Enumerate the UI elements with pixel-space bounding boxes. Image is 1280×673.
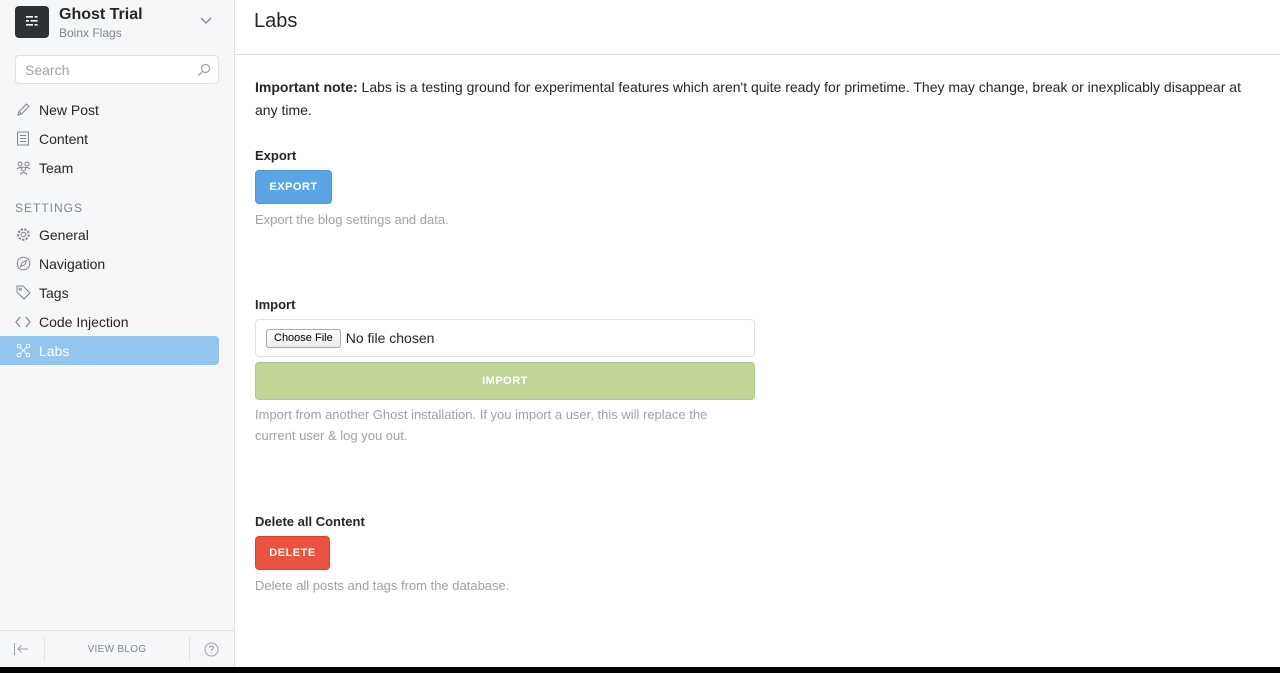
export-title: Export bbox=[255, 148, 297, 163]
file-status: No file chosen bbox=[345, 330, 435, 346]
sidebar-item-team[interactable]: Team bbox=[0, 153, 219, 182]
tag-icon bbox=[15, 285, 31, 301]
help-icon[interactable] bbox=[204, 642, 219, 657]
blog-title: Ghost Trial bbox=[59, 6, 143, 23]
sidebar-item-tags[interactable]: Tags bbox=[0, 278, 219, 307]
sidebar-item-new-post[interactable]: New Post bbox=[0, 95, 219, 124]
import-title: Import bbox=[255, 297, 296, 312]
sidebar-item-label: Team bbox=[39, 159, 74, 176]
important-note: Important note: Labs is a testing ground… bbox=[255, 76, 1245, 122]
team-icon bbox=[15, 160, 31, 176]
page-title: Labs bbox=[254, 10, 298, 32]
note-text: Labs is a testing ground for experimenta… bbox=[255, 79, 1241, 118]
content-icon bbox=[15, 131, 31, 147]
blog-menu[interactable]: Ghost Trial Boinx Flags bbox=[15, 6, 220, 42]
note-label: Important note: bbox=[255, 79, 358, 95]
import-help-line: current user & log you out. bbox=[255, 428, 408, 443]
sidebar-item-label: General bbox=[39, 226, 89, 243]
gear-icon bbox=[15, 227, 31, 243]
delete-help: Delete all posts and tags from the datab… bbox=[255, 578, 510, 593]
pencil-icon bbox=[15, 102, 31, 118]
sidebar-item-label: New Post bbox=[39, 101, 99, 118]
import-help: Import from another Ghost installation. … bbox=[255, 404, 707, 446]
compass-icon bbox=[15, 256, 31, 272]
view-blog-link[interactable]: VIEW BLOG bbox=[45, 644, 189, 655]
chevron-down-icon[interactable] bbox=[200, 17, 212, 25]
sidebar-item-label: Tags bbox=[39, 284, 69, 301]
footer-divider bbox=[189, 637, 190, 662]
delete-button[interactable]: DELETE bbox=[255, 536, 330, 570]
sidebar-item-content[interactable]: Content bbox=[0, 124, 219, 153]
sidebar-item-navigation[interactable]: Navigation bbox=[0, 249, 219, 278]
export-button[interactable]: EXPORT bbox=[255, 170, 332, 204]
blog-logo-icon bbox=[26, 16, 38, 26]
main-content: Labs Important note: Labs is a testing g… bbox=[235, 0, 1280, 667]
settings-heading: SETTINGS bbox=[15, 201, 84, 215]
sidebar-item-label: Labs bbox=[39, 342, 70, 359]
import-file-input: Choose File No file chosen bbox=[255, 319, 755, 357]
app-window: Ghost Trial Boinx Flags New Post Content bbox=[0, 0, 1280, 667]
export-help: Export the blog settings and data. bbox=[255, 212, 449, 227]
sidebar: Ghost Trial Boinx Flags New Post Content bbox=[0, 0, 235, 667]
choose-file-button[interactable]: Choose File bbox=[266, 328, 341, 348]
search-box bbox=[15, 55, 219, 84]
search-input[interactable] bbox=[16, 56, 186, 83]
sidebar-item-label: Content bbox=[39, 130, 89, 147]
sidebar-item-labs[interactable]: Labs bbox=[0, 336, 219, 365]
import-button[interactable]: IMPORT bbox=[255, 362, 755, 400]
sidebar-item-code-injection[interactable]: Code Injection bbox=[0, 307, 219, 336]
main-header: Labs bbox=[235, 0, 1280, 55]
sidebar-item-label: Navigation bbox=[39, 255, 106, 272]
labs-icon bbox=[15, 343, 31, 359]
sidebar-item-general[interactable]: General bbox=[0, 220, 219, 249]
import-help-line: Import from another Ghost installation. … bbox=[255, 407, 708, 422]
sidebar-item-label: Code Injection bbox=[39, 313, 129, 330]
blog-logo bbox=[15, 6, 49, 38]
collapse-sidebar-icon[interactable] bbox=[13, 642, 29, 656]
blog-subtitle: Boinx Flags bbox=[59, 26, 122, 40]
code-icon bbox=[15, 314, 31, 330]
delete-title: Delete all Content bbox=[255, 514, 365, 529]
sidebar-footer: VIEW BLOG bbox=[0, 630, 234, 667]
search-icon[interactable] bbox=[197, 63, 211, 77]
